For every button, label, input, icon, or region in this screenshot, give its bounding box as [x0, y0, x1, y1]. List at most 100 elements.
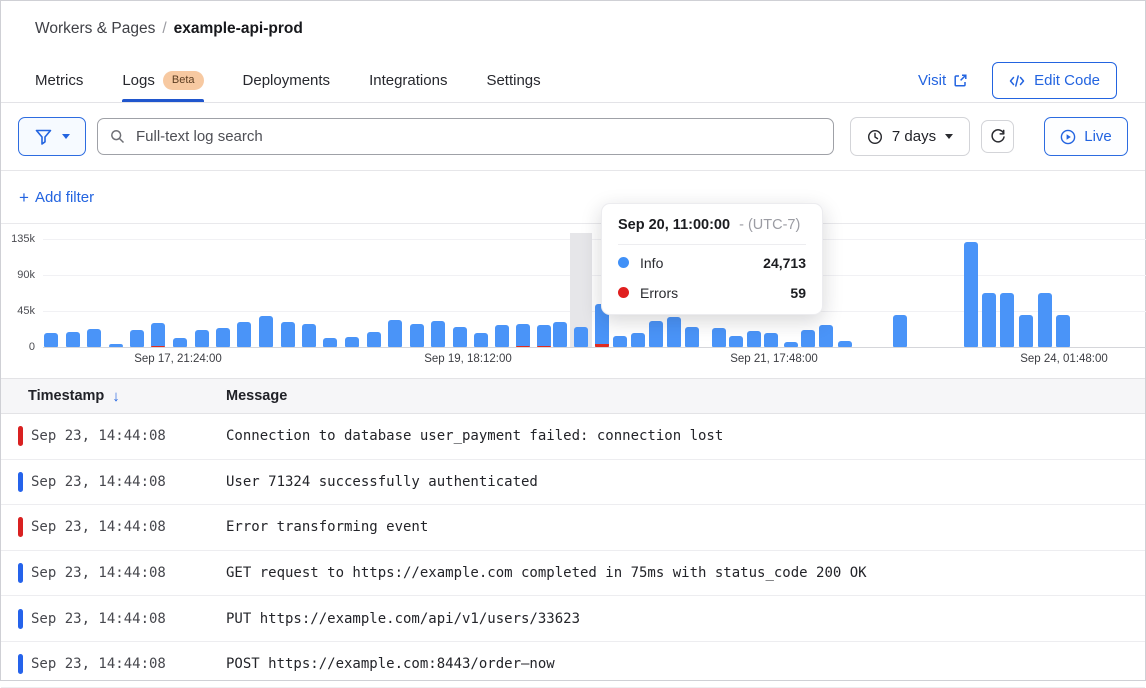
chart-bar[interactable]: [453, 327, 467, 347]
chart-bar[interactable]: [109, 344, 123, 347]
chart-bar[interactable]: [516, 324, 530, 347]
log-level-indicator-info: [18, 472, 23, 492]
tooltip-timezone: - (UTC-7): [739, 217, 800, 233]
chart-bar[interactable]: [323, 338, 337, 347]
log-timestamp: Sep 23, 14:44:08: [31, 474, 226, 490]
log-table-header: Timestamp ↓ Message: [1, 378, 1145, 414]
log-timestamp: Sep 23, 14:44:08: [31, 611, 226, 627]
chart-bar[interactable]: [1056, 315, 1070, 347]
chart-bar[interactable]: [195, 330, 209, 347]
chart-bar[interactable]: [631, 333, 645, 347]
time-range-value: 7 days: [892, 128, 936, 145]
chart-bar[interactable]: [553, 322, 567, 347]
chart-bar[interactable]: [649, 321, 663, 347]
chart-bar[interactable]: [281, 322, 295, 347]
clock-icon: [867, 129, 883, 145]
chart-bar[interactable]: [302, 324, 316, 347]
chart-bar-error-segment: [595, 344, 609, 347]
chart-bar[interactable]: [1000, 293, 1014, 347]
tab-logs[interactable]: LogsBeta: [122, 59, 203, 102]
log-message: POST https://example.com:8443/order–now: [226, 656, 555, 672]
x-axis-tick-label: Sep 24, 01:48:00: [989, 353, 1139, 365]
breadcrumb-separator: /: [162, 20, 166, 37]
search-icon: [110, 129, 125, 144]
table-row[interactable]: Sep 23, 14:44:08Error transforming event: [1, 505, 1145, 551]
chart-bar[interactable]: [667, 317, 681, 347]
chart-bar[interactable]: [474, 333, 488, 347]
chart-bar[interactable]: [747, 331, 761, 347]
live-button[interactable]: Live: [1044, 117, 1128, 156]
add-filter-button[interactable]: + Add filter: [19, 189, 94, 206]
chart-bar[interactable]: [819, 325, 833, 347]
chart-bar[interactable]: [216, 328, 230, 347]
chart-bar[interactable]: [729, 336, 743, 347]
chart-bar[interactable]: [87, 329, 101, 347]
log-volume-chart: 135k90k45k0Sep 17, 21:24:00Sep 19, 18:12…: [1, 223, 1146, 378]
chart-bar[interactable]: [893, 315, 907, 347]
log-timestamp: Sep 23, 14:44:08: [31, 656, 226, 672]
tooltip-series-name: Errors: [640, 285, 790, 301]
refresh-icon: [990, 129, 1006, 145]
chart-bar[interactable]: [259, 316, 273, 347]
table-row[interactable]: Sep 23, 14:44:08Connection to database u…: [1, 414, 1145, 460]
chart-bar[interactable]: [982, 293, 996, 347]
search-box[interactable]: [97, 118, 834, 155]
chart-bar[interactable]: [964, 242, 978, 347]
chart-bar-hovered[interactable]: [574, 327, 588, 347]
chart-bar[interactable]: [764, 333, 778, 347]
refresh-button[interactable]: [981, 120, 1014, 153]
chart-bar[interactable]: [495, 325, 509, 347]
tab-integrations[interactable]: Integrations: [369, 59, 447, 102]
plus-icon: +: [19, 189, 29, 206]
table-row[interactable]: Sep 23, 14:44:08PUT https://example.com/…: [1, 596, 1145, 642]
filter-row: 7 days Live: [1, 103, 1145, 171]
chart-bar[interactable]: [237, 322, 251, 347]
edit-code-button[interactable]: Edit Code: [992, 62, 1117, 99]
chart-bar[interactable]: [712, 328, 726, 347]
chart-bar[interactable]: [801, 330, 815, 347]
tab-bar: Metrics LogsBeta Deployments Integrations Se…: [1, 59, 1145, 103]
tab-settings[interactable]: Settings: [486, 59, 540, 102]
chart-bar[interactable]: [44, 333, 58, 347]
y-axis-tick-label: 0: [1, 341, 35, 353]
search-input[interactable]: [134, 127, 821, 146]
filter-dropdown-button[interactable]: [18, 117, 86, 156]
chart-bar[interactable]: [685, 327, 699, 347]
chart-bar[interactable]: [130, 330, 144, 347]
chart-bar[interactable]: [431, 321, 445, 347]
sort-descending-icon[interactable]: ↓: [112, 388, 120, 405]
table-row[interactable]: Sep 23, 14:44:08User 71324 successfully …: [1, 460, 1145, 506]
chart-bar[interactable]: [784, 342, 798, 347]
chart-bar[interactable]: [537, 325, 551, 347]
chart-bar[interactable]: [388, 320, 402, 347]
tooltip-series-value: 59: [790, 285, 806, 301]
tab-metrics[interactable]: Metrics: [35, 59, 83, 102]
info-dot-icon: [618, 257, 629, 268]
chart-bar[interactable]: [613, 336, 627, 347]
tab-deployments[interactable]: Deployments: [243, 59, 331, 102]
chart-bar[interactable]: [838, 341, 852, 347]
chart-bar[interactable]: [367, 332, 381, 347]
chart-bar[interactable]: [66, 332, 80, 347]
workers-logs-page: { "breadcrumb": {"section": "Workers & P…: [0, 0, 1146, 681]
tooltip-series-row: Info24,713: [618, 250, 806, 275]
table-row[interactable]: Sep 23, 14:44:08GET request to https://e…: [1, 551, 1145, 597]
tooltip-title: Sep 20, 11:00:00 - (UTC-7): [618, 217, 806, 245]
chart-bar[interactable]: [410, 324, 424, 347]
chart-tooltip: Sep 20, 11:00:00 - (UTC-7) Info24,713 Err…: [601, 203, 823, 315]
tooltip-series-row: Errors59: [618, 280, 806, 305]
log-message: Connection to database user_payment fail…: [226, 428, 723, 444]
visit-link[interactable]: Visit: [918, 72, 968, 89]
time-range-select[interactable]: 7 days: [850, 117, 970, 156]
breadcrumb-section[interactable]: Workers & Pages: [35, 20, 155, 37]
log-timestamp: Sep 23, 14:44:08: [31, 565, 226, 581]
chart-bar[interactable]: [1038, 293, 1052, 347]
chart-bar[interactable]: [151, 323, 165, 347]
chart-bar[interactable]: [345, 337, 359, 347]
errors-dot-icon: [618, 287, 629, 298]
funnel-icon: [35, 129, 52, 145]
tab-label: Metrics: [35, 72, 83, 89]
chart-bar[interactable]: [173, 338, 187, 347]
chart-bar[interactable]: [1019, 315, 1033, 347]
tooltip-series-name: Info: [640, 255, 763, 271]
